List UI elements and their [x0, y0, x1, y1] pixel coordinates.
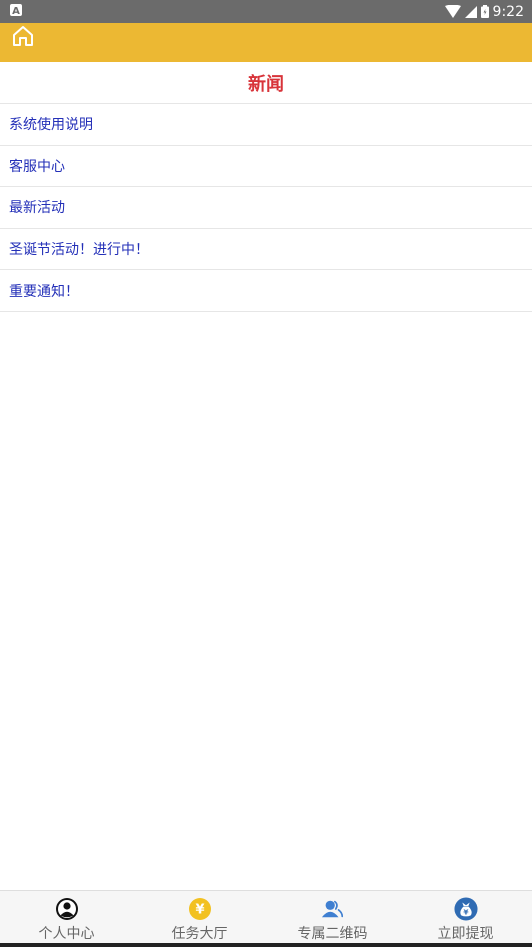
- system-nav-edge: [0, 943, 532, 947]
- nav-label: 立即提现: [437, 926, 494, 942]
- nav-item-qr-code[interactable]: 专属二维码: [266, 891, 399, 943]
- news-item-label: 圣诞节活动！进行中！: [9, 242, 149, 259]
- news-item-label: 最新活动: [9, 200, 65, 217]
- nav-item-withdraw[interactable]: ¥ 立即提现: [399, 891, 532, 943]
- title-bar: 新闻: [0, 62, 532, 104]
- wifi-icon: [444, 5, 461, 18]
- nav-label: 任务大厅: [171, 926, 228, 942]
- yuan-coin-icon: ¥: [188, 897, 212, 921]
- news-item-label: 重要通知！: [9, 283, 79, 300]
- news-item-label: 客服中心: [9, 158, 65, 175]
- user-icon: [55, 897, 79, 921]
- nav-item-personal-center[interactable]: 个人中心: [0, 891, 133, 943]
- svg-text:¥: ¥: [463, 908, 469, 917]
- nav-label: 个人中心: [38, 926, 95, 942]
- status-time: 9:22: [492, 3, 524, 20]
- battery-icon: [480, 5, 489, 18]
- a-notification-icon: A: [10, 3, 22, 20]
- status-bar: A 9:22: [0, 0, 532, 23]
- news-item-label: 系统使用说明: [9, 117, 93, 134]
- svg-text:¥: ¥: [195, 903, 204, 918]
- news-item[interactable]: 系统使用说明: [0, 104, 532, 146]
- status-right: 9:22: [444, 3, 524, 20]
- svg-text:A: A: [12, 6, 20, 16]
- bottom-nav: 个人中心 ¥ 任务大厅 专属二维码 ¥ 立即提现: [0, 890, 532, 943]
- news-item[interactable]: 最新活动: [0, 187, 532, 229]
- news-item[interactable]: 圣诞节活动！进行中！: [0, 229, 532, 271]
- nav-item-task-hall[interactable]: ¥ 任务大厅: [133, 891, 266, 943]
- header-bar: [0, 23, 532, 62]
- cell-signal-icon: [464, 5, 477, 18]
- news-item[interactable]: 客服中心: [0, 146, 532, 188]
- nav-label: 专属二维码: [297, 926, 368, 942]
- home-icon: [11, 24, 35, 52]
- status-left: A: [10, 3, 22, 20]
- money-bag-icon: ¥: [453, 897, 478, 921]
- news-item[interactable]: 重要通知！: [0, 270, 532, 312]
- page-title: 新闻: [248, 73, 284, 95]
- news-list: 系统使用说明 客服中心 最新活动 圣诞节活动！进行中！ 重要通知！: [0, 104, 532, 312]
- home-button[interactable]: [10, 25, 36, 51]
- people-icon: [321, 897, 345, 921]
